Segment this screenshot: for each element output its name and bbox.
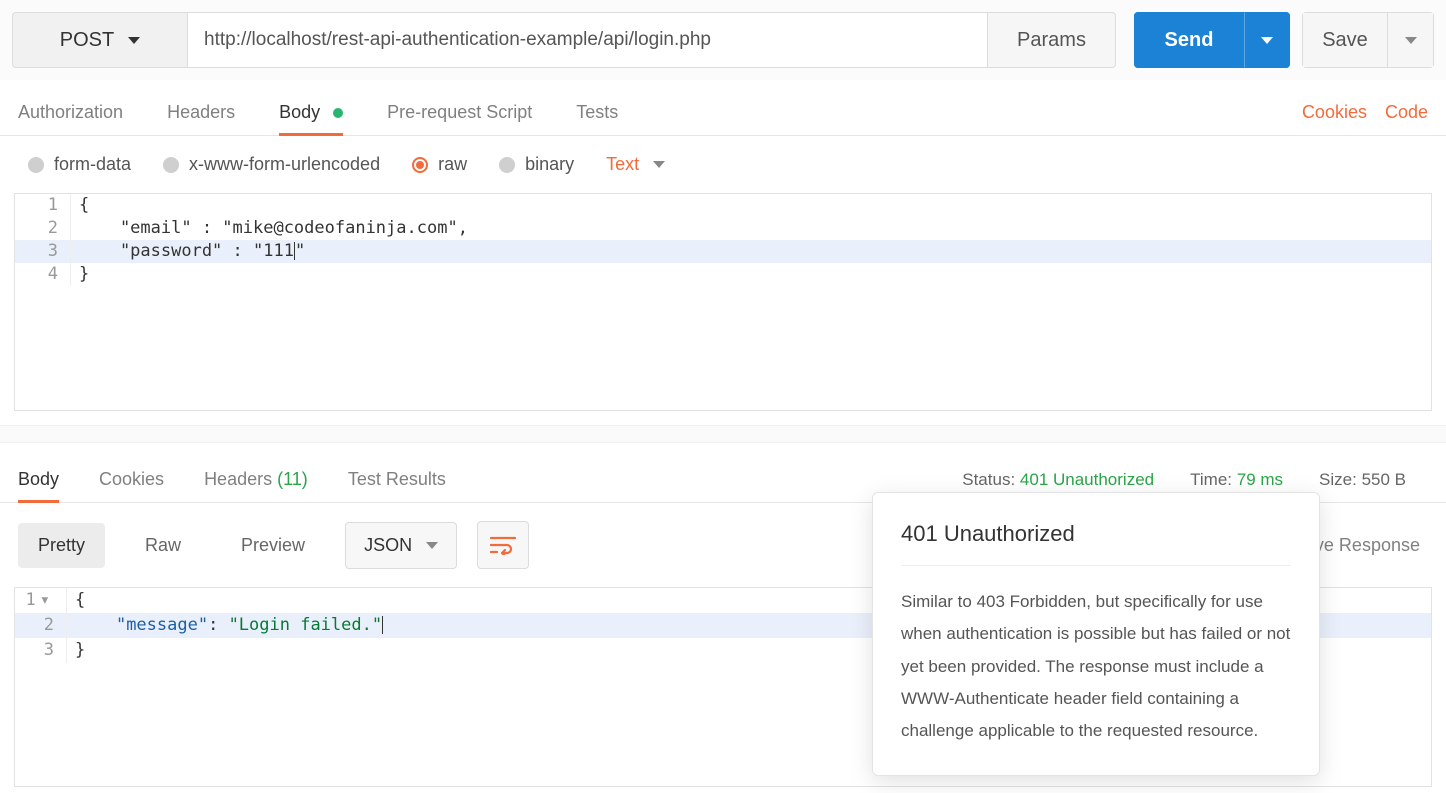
view-raw[interactable]: Raw — [125, 523, 201, 568]
size-field: Size: 550 B — [1319, 470, 1406, 490]
code-line: { — [71, 194, 1431, 217]
gutter-line: 1▾ — [15, 588, 67, 613]
pane-divider[interactable] — [0, 425, 1446, 443]
time-value: 79 ms — [1237, 470, 1283, 489]
code-link[interactable]: Code — [1385, 102, 1428, 123]
save-button[interactable]: Save — [1302, 12, 1388, 68]
radio-form-data[interactable]: form-data — [28, 154, 131, 175]
gutter-line: 3 — [15, 240, 71, 263]
radio-raw[interactable]: raw — [412, 154, 467, 175]
body-mode-row: form-data x-www-form-urlencoded raw bina… — [0, 136, 1446, 193]
time-label: Time: — [1190, 470, 1232, 489]
radio-icon — [28, 157, 44, 173]
wrap-lines-button[interactable] — [477, 521, 529, 569]
tooltip-title: 401 Unauthorized — [901, 521, 1291, 566]
status-field[interactable]: Status: 401 Unauthorized — [962, 470, 1154, 490]
request-right-links: Cookies Code — [1302, 102, 1428, 123]
resp-tab-test-results[interactable]: Test Results — [348, 457, 446, 502]
radio-label: form-data — [54, 154, 131, 175]
tooltip-text: Similar to 403 Forbidden, but specifical… — [901, 586, 1291, 747]
chevron-down-icon — [426, 542, 438, 549]
tab-body[interactable]: Body — [279, 90, 343, 135]
gutter-line: 4 — [15, 263, 71, 286]
request-topbar: POST Params Send Save — [0, 0, 1446, 80]
gutter-line: 1 — [15, 194, 71, 217]
response-format-value: JSON — [364, 535, 412, 556]
radio-label: x-www-form-urlencoded — [189, 154, 380, 175]
radio-icon — [163, 157, 179, 173]
tab-body-label: Body — [279, 102, 320, 122]
raw-type-dropdown[interactable]: Text — [606, 154, 665, 175]
status-value: 401 Unauthorized — [1020, 470, 1154, 489]
size-label: Size: — [1319, 470, 1357, 489]
method-value: POST — [60, 29, 114, 52]
tab-headers[interactable]: Headers — [167, 90, 235, 135]
method-select[interactable]: POST — [12, 12, 187, 68]
status-tooltip: 401 Unauthorized Similar to 403 Forbidde… — [872, 492, 1320, 776]
status-label: Status: — [962, 470, 1015, 489]
resp-tab-body[interactable]: Body — [18, 457, 59, 502]
response-meta: Status: 401 Unauthorized Time: 79 ms Siz… — [962, 470, 1428, 490]
chevron-down-icon — [1405, 37, 1417, 44]
chevron-down-icon — [1261, 37, 1273, 44]
request-tabs: Authorization Headers Body Pre-request S… — [0, 80, 1446, 136]
raw-type-value: Text — [606, 154, 639, 175]
send-button[interactable]: Send — [1134, 12, 1244, 68]
response-format-dropdown[interactable]: JSON — [345, 522, 457, 569]
tab-tests[interactable]: Tests — [576, 90, 618, 135]
resp-tab-headers-label: Headers — [204, 469, 272, 489]
send-dropdown-button[interactable] — [1244, 12, 1290, 68]
params-button[interactable]: Params — [988, 12, 1116, 68]
modified-dot-icon — [333, 108, 343, 118]
chevron-down-icon — [128, 37, 140, 44]
fold-icon[interactable]: ▾ — [36, 590, 54, 610]
gutter-line: 2 — [15, 217, 71, 240]
send-button-group: Send — [1134, 12, 1290, 68]
save-dropdown-button[interactable] — [1388, 12, 1434, 68]
code-line: "email" : "mike@codeofaninja.com", — [71, 217, 1431, 240]
text-cursor-icon — [382, 616, 383, 634]
radio-urlencoded[interactable]: x-www-form-urlencoded — [163, 154, 380, 175]
code-line: "password" : "111" — [71, 240, 1431, 263]
radio-label: raw — [438, 154, 467, 175]
radio-icon — [499, 157, 515, 173]
resp-tab-headers[interactable]: Headers (11) — [204, 457, 308, 502]
code-line: } — [71, 263, 1431, 286]
headers-count: (11) — [277, 469, 308, 489]
radio-label: binary — [525, 154, 574, 175]
tab-prerequest-script[interactable]: Pre-request Script — [387, 90, 532, 135]
url-input[interactable] — [187, 12, 988, 68]
tab-authorization[interactable]: Authorization — [18, 90, 123, 135]
time-field: Time: 79 ms — [1190, 470, 1283, 490]
view-preview[interactable]: Preview — [221, 523, 325, 568]
chevron-down-icon — [653, 161, 665, 168]
wrap-icon — [490, 535, 516, 555]
cookies-link[interactable]: Cookies — [1302, 102, 1367, 123]
view-pretty[interactable]: Pretty — [18, 523, 105, 568]
save-button-group: Save — [1302, 12, 1434, 68]
request-body-editor[interactable]: 1{ 2 "email" : "mike@codeofaninja.com", … — [14, 193, 1432, 411]
radio-binary[interactable]: binary — [499, 154, 574, 175]
resp-tab-cookies[interactable]: Cookies — [99, 457, 164, 502]
radio-selected-icon — [412, 157, 428, 173]
gutter-line: 2 — [15, 613, 67, 638]
size-value: 550 B — [1362, 470, 1406, 489]
gutter-line: 3 — [15, 638, 67, 663]
